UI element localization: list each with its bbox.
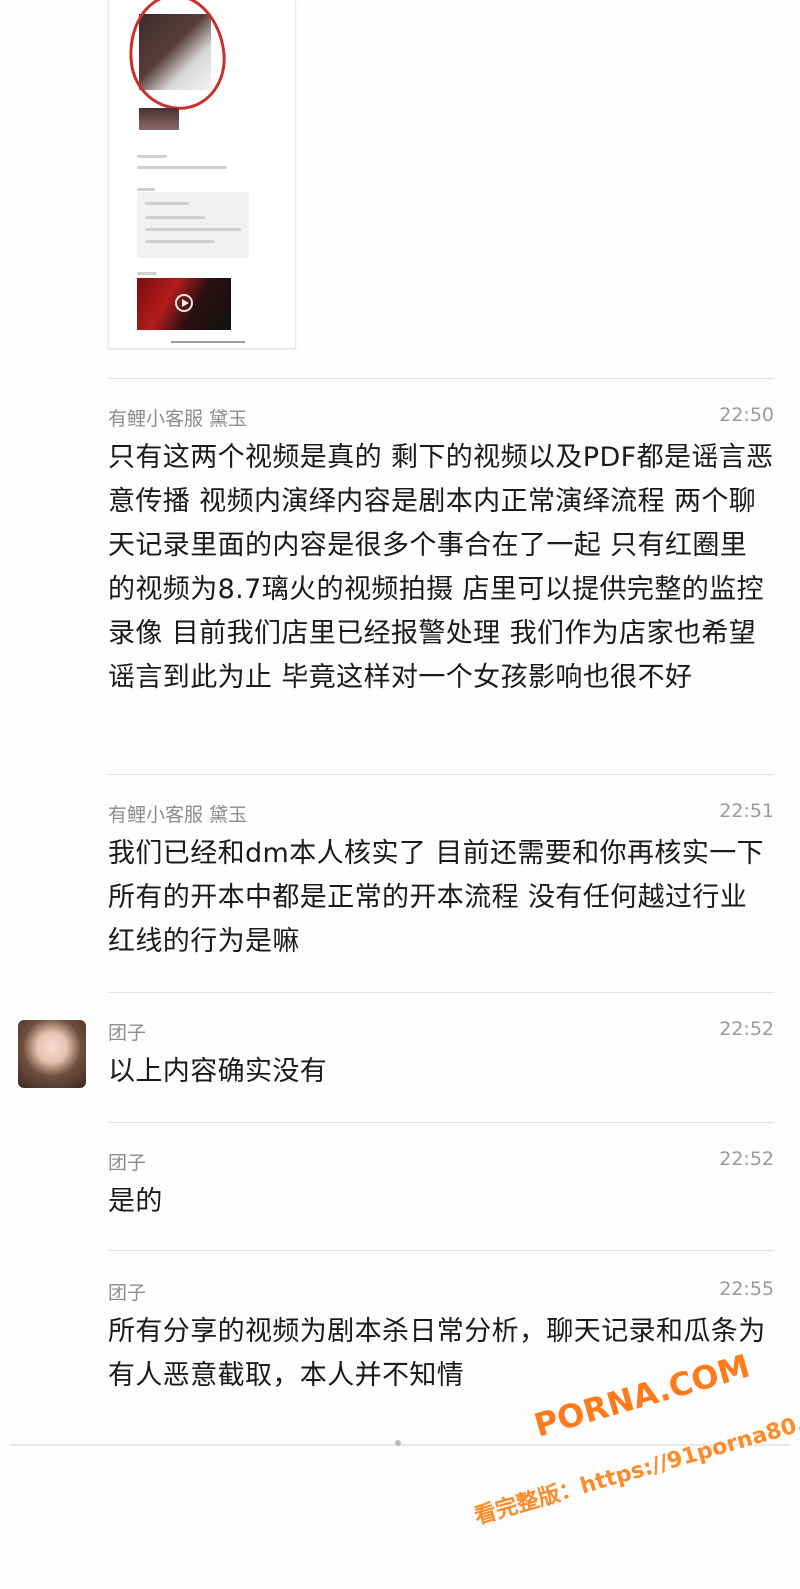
sender-name: 团子 [108, 1282, 147, 1304]
mini-text-line [137, 155, 167, 158]
message-text: 是的 [108, 1186, 163, 1217]
red-highlight-circle [123, 0, 231, 115]
message-time: 22:51 [719, 800, 774, 822]
message-divider [108, 378, 774, 379]
message-divider [108, 774, 774, 775]
message-time: 22:52 [719, 1148, 774, 1170]
chat-message[interactable]: 团子 22:52 是的 [108, 1148, 774, 1224]
photo-thumbnail-small[interactable] [139, 108, 179, 130]
sender-name: 有鲤小客服 黛玉 [108, 804, 248, 826]
sender-name: 有鲤小客服 黛玉 [108, 408, 248, 430]
sender-name: 团子 [108, 1022, 147, 1044]
message-time: 22:55 [719, 1278, 774, 1300]
message-divider [108, 1250, 774, 1251]
user-avatar[interactable] [18, 1020, 86, 1088]
mini-text-line [137, 188, 155, 191]
message-text: 只有这两个视频是真的 剩下的视频以及PDF都是谣言恶意传播 视频内演绎内容是剧本… [108, 442, 774, 693]
play-icon[interactable] [175, 294, 193, 312]
card-footer-line [171, 341, 245, 343]
message-divider [108, 1122, 774, 1123]
message-text: 以上内容确实没有 [108, 1056, 328, 1087]
message-divider [108, 992, 774, 993]
message-time: 22:50 [719, 404, 774, 426]
message-text: 我们已经和dm本人核实了 目前还需要和你再核实一下 所有的开本中都是正常的开本流… [108, 838, 765, 957]
chat-message[interactable]: 有鲤小客服 黛玉 22:50 只有这两个视频是真的 剩下的视频以及PDF都是谣言… [108, 404, 774, 700]
scroll-indicator [395, 1440, 401, 1446]
message-time: 22:52 [719, 1018, 774, 1040]
chat-message[interactable]: 有鲤小客服 黛玉 22:51 我们已经和dm本人核实了 目前还需要和你再核实一下… [108, 800, 774, 964]
mini-text-line [137, 166, 227, 169]
sender-name: 团子 [108, 1152, 147, 1174]
mini-message-bubble [137, 192, 249, 258]
video-thumbnail[interactable] [137, 278, 231, 330]
mini-text-line [137, 272, 157, 275]
shared-screenshot-image[interactable] [108, 0, 296, 349]
chat-message[interactable]: 团子 22:52 以上内容确实没有 [108, 1018, 774, 1094]
